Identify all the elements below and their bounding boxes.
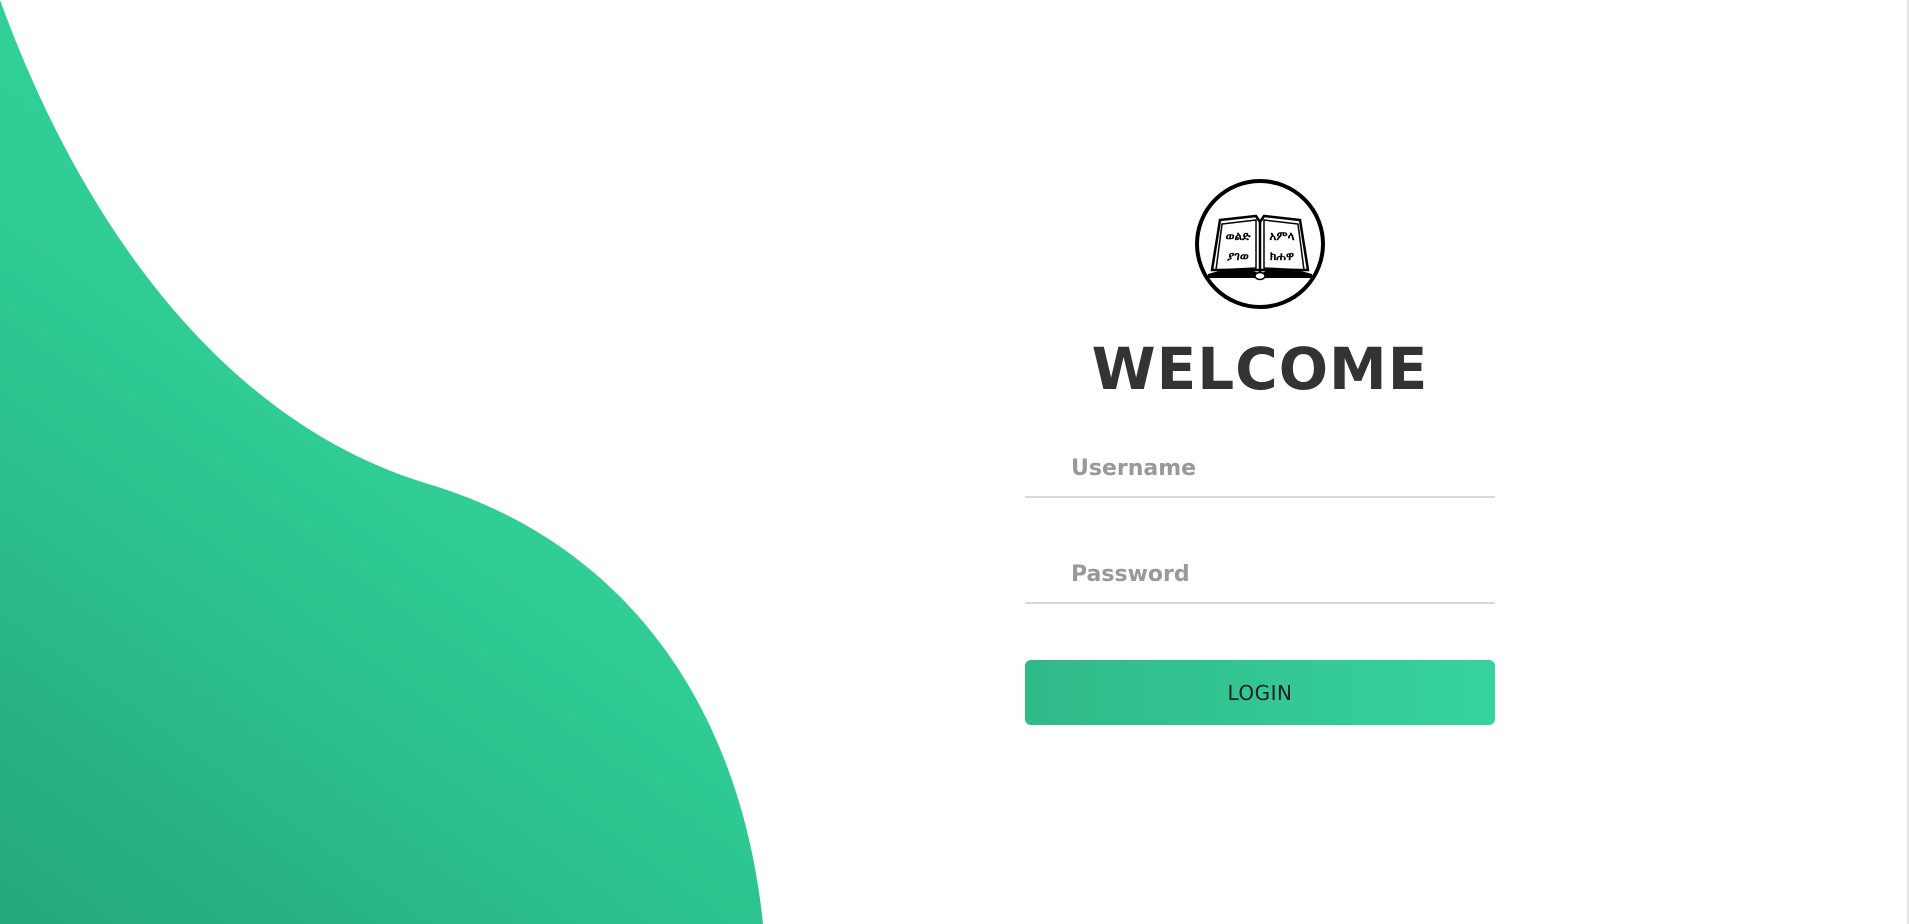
- logo-glyphs-right-bottom: ክሐዋ: [1270, 249, 1294, 263]
- password-field-wrapper: [1025, 546, 1495, 604]
- login-form: ወልድ ያገወ አምላ ክሐዋ WELCOME LOGIN: [1025, 178, 1495, 725]
- username-field-wrapper: [1025, 440, 1495, 498]
- username-input[interactable]: [1025, 440, 1495, 496]
- welcome-title: WELCOME: [1091, 335, 1429, 403]
- logo-glyphs-left-top: ወልድ: [1226, 229, 1252, 243]
- decorative-green-wave: [0, 0, 763, 924]
- login-button[interactable]: LOGIN: [1025, 660, 1495, 725]
- logo-glyphs-left-bottom: ያገወ: [1227, 249, 1249, 263]
- open-book-emblem-icon: ወልድ ያገወ አምላ ክሐዋ: [1195, 179, 1325, 309]
- logo-glyphs-right-top: አምላ: [1269, 229, 1294, 243]
- password-input[interactable]: [1025, 546, 1495, 602]
- login-page: ወልድ ያገወ አምላ ክሐዋ WELCOME LOGIN: [0, 0, 1909, 924]
